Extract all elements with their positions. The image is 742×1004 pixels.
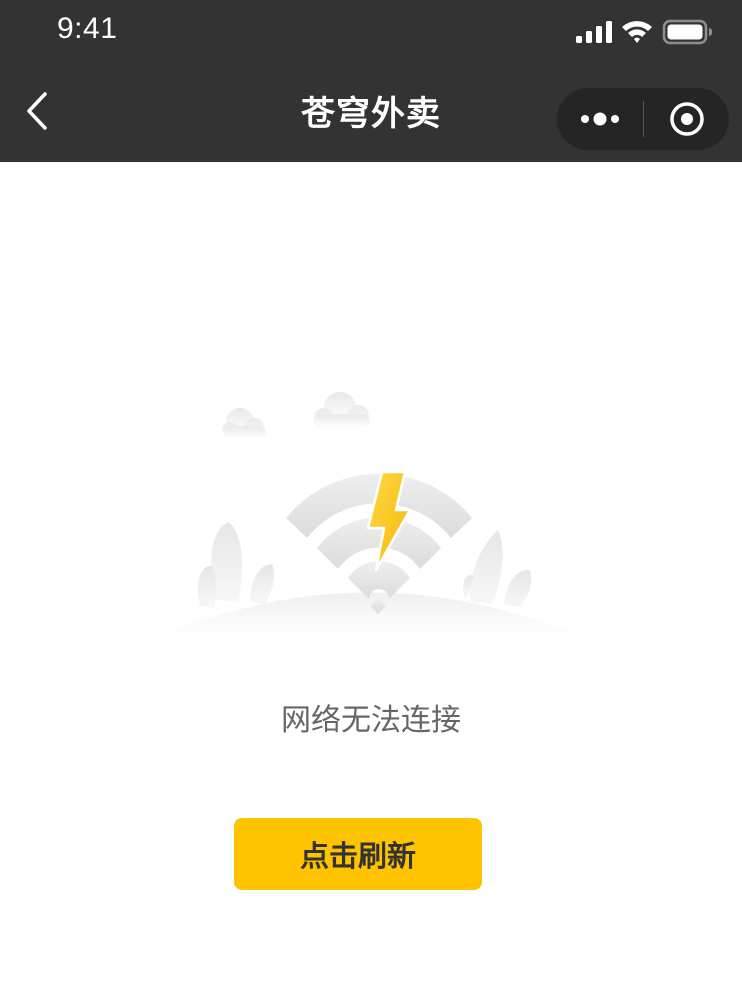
more-button[interactable] (557, 88, 643, 150)
tree-icon (463, 530, 532, 608)
battery-icon (662, 19, 712, 45)
tree-icon (197, 522, 275, 608)
error-message: 网络无法连接 (281, 703, 461, 738)
mini-program-capsule (557, 88, 729, 150)
signal-icon (576, 21, 612, 43)
status-bar: 9:41 (0, 0, 742, 62)
status-time: 9:41 (57, 12, 118, 45)
more-dots-icon (581, 112, 619, 126)
wifi-icon (622, 21, 652, 43)
network-error-icon (120, 392, 620, 655)
navigation-bar: 苍穹外卖 (0, 62, 742, 162)
refresh-button[interactable]: 点击刷新 (234, 818, 482, 890)
network-error-illustration (120, 380, 620, 670)
hill-shape (120, 592, 620, 655)
target-close-icon (669, 102, 704, 136)
close-button[interactable] (644, 88, 729, 150)
cloud-icon (222, 392, 370, 438)
status-icons (576, 17, 714, 47)
